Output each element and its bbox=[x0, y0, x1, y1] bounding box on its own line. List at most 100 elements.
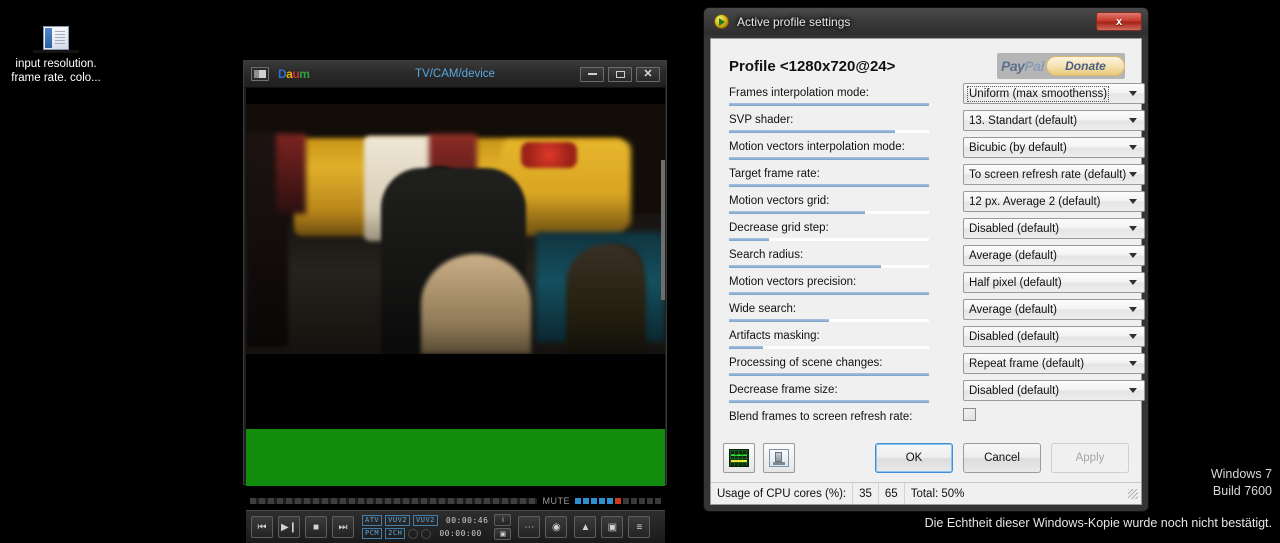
volume-bar-1[interactable] bbox=[575, 498, 581, 504]
volume-bar-10[interactable] bbox=[647, 498, 653, 504]
volume-bar-2[interactable] bbox=[583, 498, 589, 504]
windows-watermark: Windows 7 Build 7600 bbox=[1211, 466, 1272, 500]
chevron-down-icon[interactable] bbox=[1129, 199, 1137, 204]
setting-combo[interactable]: 12 px. Average 2 (default) bbox=[963, 191, 1145, 212]
apply-button: Apply bbox=[1051, 443, 1129, 473]
osd-row-audio: PCM 2CH 00:00:00 bbox=[362, 528, 488, 539]
paypal-pay-text: Pay bbox=[1001, 58, 1024, 74]
settings-rows: Frames interpolation mode: Uniform (max s… bbox=[711, 85, 1141, 436]
play-pause-button[interactable]: ▶❙ bbox=[278, 516, 300, 538]
volume-bar-8[interactable] bbox=[631, 498, 637, 504]
previous-button[interactable]: ⏮ bbox=[251, 516, 273, 538]
save-snapshot-button[interactable]: ▣ bbox=[601, 516, 623, 538]
setting-combo[interactable]: Bicubic (by default) bbox=[963, 137, 1145, 158]
setting-meter bbox=[729, 346, 929, 349]
chevron-down-icon[interactable] bbox=[1129, 361, 1137, 366]
video-surface[interactable] bbox=[246, 88, 665, 429]
setting-combo[interactable]: Average (default) bbox=[963, 245, 1145, 266]
chevron-down-icon[interactable] bbox=[1129, 226, 1137, 231]
minimize-icon[interactable] bbox=[580, 67, 604, 82]
info-screen-button-stack: i ▣ bbox=[494, 514, 511, 540]
paypal-donate-banner[interactable]: PayPal Donate bbox=[997, 53, 1125, 79]
setting-combo[interactable]: Half pixel (default) bbox=[963, 272, 1145, 293]
screen-button[interactable]: ▣ bbox=[494, 528, 511, 540]
osd-tag-yuv2-in: VUV2 bbox=[385, 515, 410, 526]
setting-combo[interactable]: Uniform (max smoothenss) bbox=[963, 83, 1145, 104]
text-file-icon bbox=[43, 26, 69, 50]
desktop-icon-input-resolution[interactable]: input resolution. frame rate. colo... bbox=[8, 26, 104, 85]
chevron-down-icon[interactable] bbox=[1129, 118, 1137, 123]
setting-row: Decrease grid step: Disabled (default) bbox=[729, 220, 1125, 247]
record-button[interactable]: ◉ bbox=[545, 516, 567, 538]
osd-tag-yuv2-out: VUV2 bbox=[413, 515, 438, 526]
player-control-bar[interactable]: ⏮ ▶❙ ■ ⏭ ATV VUV2 VUV2 00:00:46 PCM 2CH … bbox=[246, 510, 665, 543]
setting-label: Blend frames to screen refresh rate: bbox=[729, 410, 939, 424]
chevron-down-icon[interactable] bbox=[1129, 172, 1137, 177]
dialog-title: Active profile settings bbox=[737, 15, 850, 29]
donate-button[interactable]: Donate bbox=[1046, 56, 1125, 76]
setting-label: Frames interpolation mode: bbox=[729, 86, 939, 100]
chevron-down-icon[interactable] bbox=[1129, 388, 1137, 393]
maximize-icon[interactable] bbox=[608, 67, 632, 82]
chevron-down-icon[interactable] bbox=[1129, 91, 1137, 96]
chevron-down-icon[interactable] bbox=[1129, 334, 1137, 339]
volume-bar-9[interactable] bbox=[639, 498, 645, 504]
setting-row: Target frame rate:To screen refresh rate… bbox=[729, 166, 1125, 193]
setting-combo[interactable]: Disabled (default) bbox=[963, 218, 1145, 239]
player-titlebar[interactable]: Daum TV/CAM/device ✕ bbox=[244, 61, 666, 88]
setting-combo[interactable]: To screen refresh rate (default) bbox=[963, 164, 1145, 185]
media-player-window[interactable]: Daum TV/CAM/device ✕ bbox=[243, 60, 667, 485]
setting-combo[interactable]: Average (default) bbox=[963, 299, 1145, 320]
close-icon[interactable]: ✕ bbox=[636, 67, 660, 82]
resize-grip[interactable] bbox=[1128, 489, 1138, 499]
chevron-down-icon[interactable] bbox=[1129, 253, 1137, 258]
seek-row[interactable]: MUTE bbox=[246, 494, 665, 508]
dialog-titlebar[interactable]: Active profile settings x bbox=[704, 8, 1148, 35]
cancel-button[interactable]: Cancel bbox=[963, 443, 1041, 473]
stop-button[interactable]: ■ bbox=[305, 516, 327, 538]
setting-left: Motion vectors interpolation mode: bbox=[729, 139, 939, 160]
setting-combo[interactable]: Disabled (default) bbox=[963, 380, 1145, 401]
volume-bar-11[interactable] bbox=[655, 498, 661, 504]
volume-indicator[interactable] bbox=[575, 498, 661, 504]
setting-row: Wide search:Average (default) bbox=[729, 301, 1125, 328]
mute-label[interactable]: MUTE bbox=[543, 496, 571, 506]
osd-time-elapsed: 00:00:46 bbox=[446, 516, 489, 525]
setting-combo[interactable]: 13. Standart (default) bbox=[963, 110, 1145, 131]
blend-frames-checkbox[interactable] bbox=[963, 408, 976, 421]
volume-bar-6[interactable] bbox=[615, 498, 621, 504]
setting-left: Decrease frame size: bbox=[729, 382, 939, 403]
setting-row: Processing of scene changes:Repeat frame… bbox=[729, 355, 1125, 382]
next-button[interactable]: ⏭ bbox=[332, 516, 354, 538]
volume-bar-4[interactable] bbox=[599, 498, 605, 504]
volume-bar-3[interactable] bbox=[591, 498, 597, 504]
volume-bar-5[interactable] bbox=[607, 498, 613, 504]
save-profile-button[interactable] bbox=[763, 443, 795, 473]
chevron-down-icon[interactable] bbox=[1129, 280, 1137, 285]
chevron-down-icon[interactable] bbox=[1129, 145, 1137, 150]
subtitle-button[interactable]: ⋯ bbox=[518, 516, 540, 538]
playlist-button[interactable]: ≡ bbox=[628, 516, 650, 538]
performance-graph-button[interactable] bbox=[723, 443, 755, 473]
osd-info-panel: ATV VUV2 VUV2 00:00:46 PCM 2CH 00:00:00 bbox=[362, 515, 488, 539]
setting-combo-value: Uniform (max smoothenss) bbox=[969, 88, 1107, 100]
dialog-close-button[interactable]: x bbox=[1096, 12, 1142, 31]
setting-combo-value: Bicubic (by default) bbox=[969, 142, 1067, 154]
setting-left: Decrease grid step: bbox=[729, 220, 939, 241]
clock-icon bbox=[408, 529, 418, 539]
setting-combo[interactable]: Repeat frame (default) bbox=[963, 353, 1145, 374]
setting-combo-value: Disabled (default) bbox=[969, 223, 1059, 235]
setting-label: Search radius: bbox=[729, 248, 939, 262]
active-profile-settings-dialog[interactable]: Active profile settings x Profile <1280x… bbox=[703, 7, 1149, 512]
seek-bar[interactable] bbox=[250, 498, 537, 504]
chevron-down-icon[interactable] bbox=[1129, 307, 1137, 312]
eject-button[interactable]: ▲ bbox=[574, 516, 596, 538]
setting-combo[interactable]: Disabled (default) bbox=[963, 326, 1145, 347]
volume-bar-7[interactable] bbox=[623, 498, 629, 504]
ok-button[interactable]: OK bbox=[875, 443, 953, 473]
info-button[interactable]: i bbox=[494, 514, 511, 526]
cpu-core-2-value: 65 bbox=[879, 483, 904, 504]
repeat-icon bbox=[421, 529, 431, 539]
setting-meter bbox=[729, 373, 929, 376]
dialog-statusbar: Usage of CPU cores (%): 35 65 Total: 50% bbox=[711, 482, 1141, 504]
